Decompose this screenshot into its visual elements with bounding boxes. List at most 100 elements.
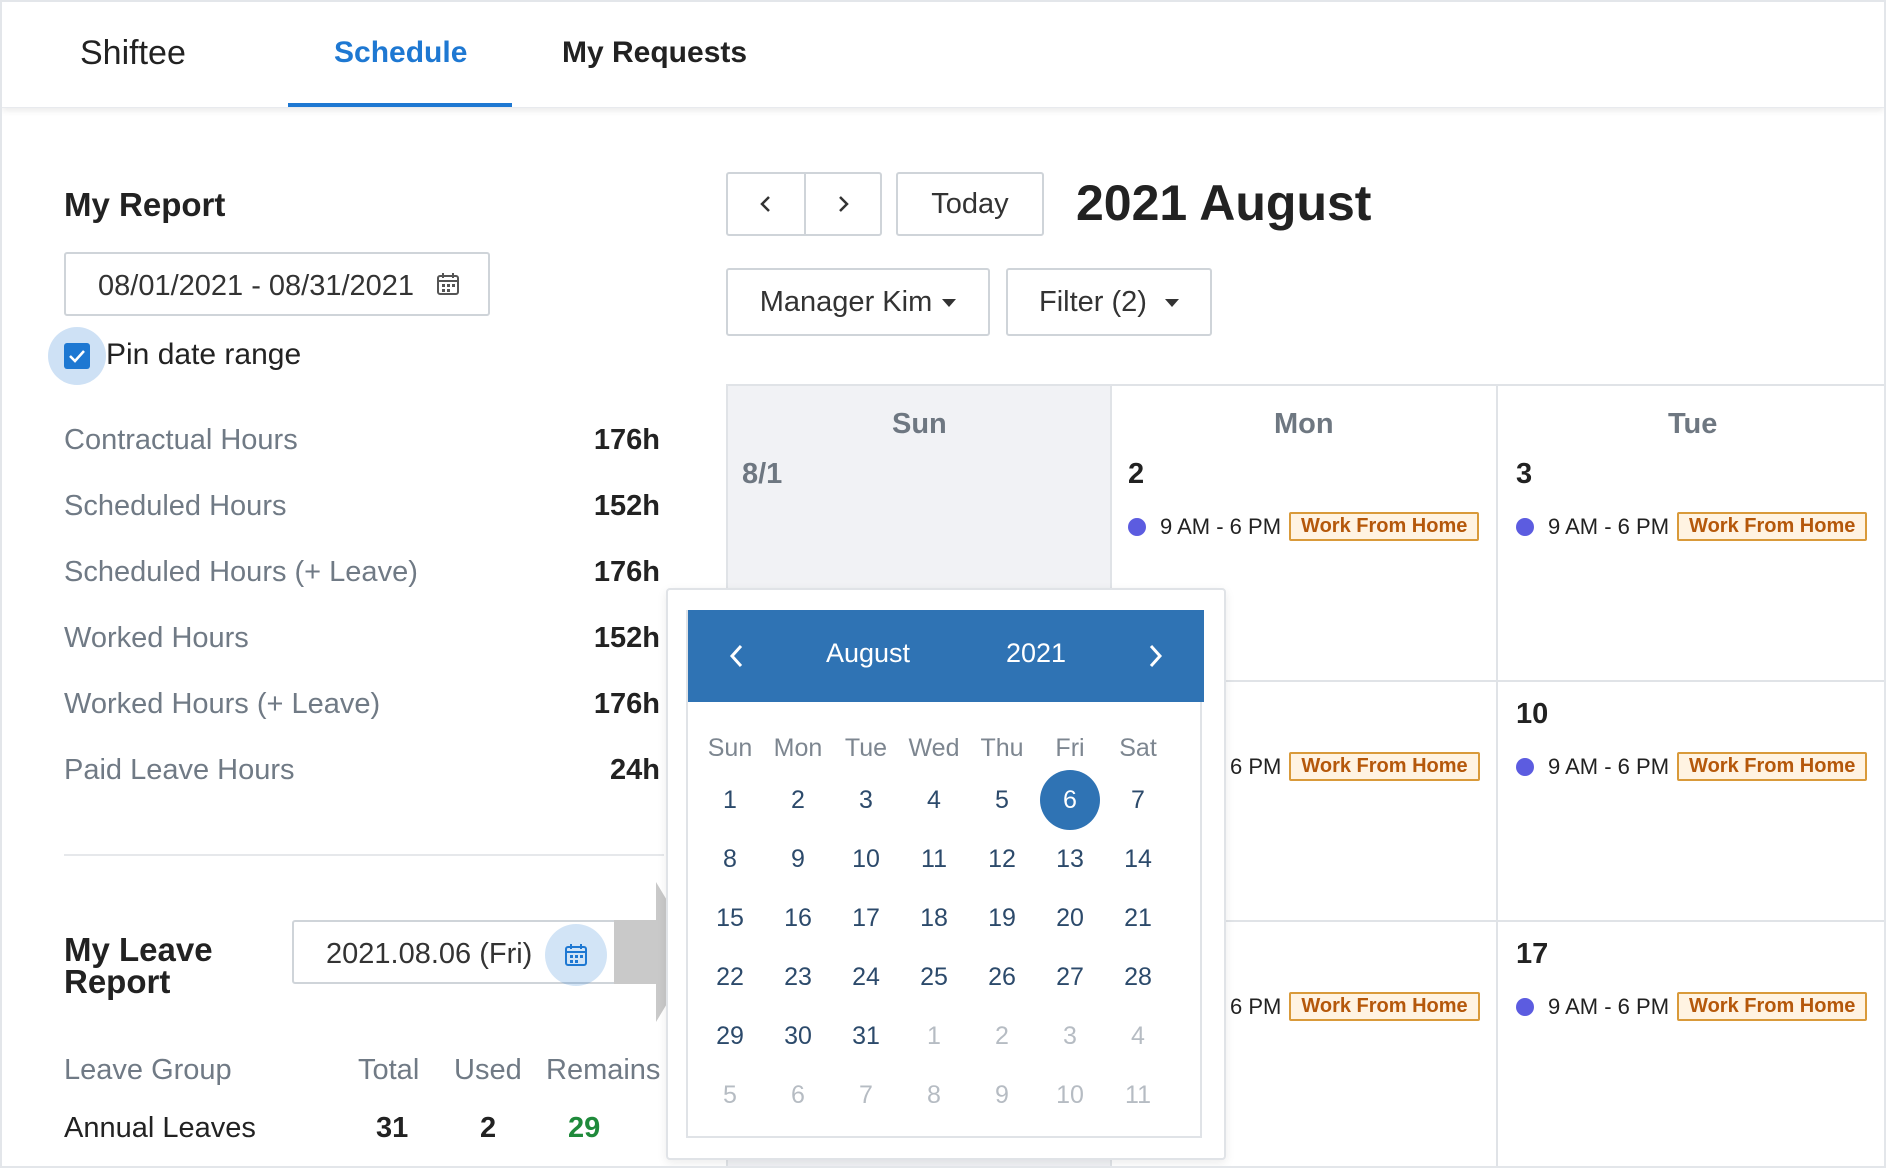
manager-dropdown[interactable]: Manager Kim xyxy=(726,268,990,336)
prev-month-button[interactable] xyxy=(726,172,806,236)
datepicker-month[interactable]: August xyxy=(826,638,910,669)
shift-entry[interactable]: 6 PM Work From Home xyxy=(1230,752,1480,781)
day-cell-date[interactable]: 17 xyxy=(1516,938,1548,971)
datepicker-day[interactable]: 22 xyxy=(696,957,764,997)
shift-time: 9 AM - 6 PM xyxy=(1548,753,1670,779)
datepicker-day[interactable]: 8 xyxy=(696,839,764,879)
stat-value-worked: 152h xyxy=(593,622,660,654)
datepicker-day[interactable]: 26 xyxy=(968,957,1036,997)
datepicker-day[interactable]: 5 xyxy=(696,1075,764,1115)
work-from-home-tag: Work From Home xyxy=(1289,752,1480,781)
datepicker-day[interactable]: 19 xyxy=(968,898,1036,938)
grid-divider xyxy=(1496,680,1884,682)
datepicker-panel: August 2021 Sun Mon Tue Wed Thu Fri Sat 123456… xyxy=(686,610,1204,1138)
datepicker-day[interactable]: 29 xyxy=(696,1016,764,1056)
shift-entry[interactable]: 9 AM - 6 PM Work From Home xyxy=(1516,992,1868,1021)
datepicker-day[interactable]: 21 xyxy=(1104,898,1172,938)
datepicker-day[interactable]: 9 xyxy=(764,839,832,879)
stat-value-scheduled-leave: 176h xyxy=(593,556,660,588)
datepicker-day[interactable]: 10 xyxy=(1036,1075,1104,1115)
tab-schedule[interactable]: Schedule xyxy=(334,36,467,70)
filter-dropdown[interactable]: Filter (2) xyxy=(1006,268,1212,336)
calendar-icon[interactable] xyxy=(436,272,460,296)
today-button[interactable]: Today xyxy=(896,172,1044,236)
shift-entry[interactable]: 9 AM - 6 PM Work From Home xyxy=(1516,512,1868,541)
pin-date-range-checkbox[interactable] xyxy=(64,343,90,369)
day-cell-date[interactable]: 10 xyxy=(1516,698,1548,731)
filter-dropdown-label: Filter (2) xyxy=(1039,285,1147,318)
datepicker-day[interactable]: 11 xyxy=(900,839,968,879)
month-title: 2021 August xyxy=(1076,175,1372,231)
stat-value-contractual: 176h xyxy=(593,424,660,456)
datepicker-day[interactable]: 3 xyxy=(832,780,900,820)
datepicker-day[interactable]: 7 xyxy=(832,1075,900,1115)
datepicker-day[interactable]: 6 xyxy=(764,1075,832,1115)
datepicker-day[interactable]: 31 xyxy=(832,1016,900,1056)
datepicker-weekday: Tue xyxy=(844,734,888,762)
work-from-home-tag: Work From Home xyxy=(1677,512,1868,541)
datepicker-day[interactable]: 9 xyxy=(968,1075,1036,1115)
section-divider xyxy=(64,854,664,856)
leave-col-used: Used xyxy=(454,1054,522,1086)
shift-entry[interactable]: 9 AM - 6 PM Work From Home xyxy=(1516,752,1868,781)
datepicker-day[interactable]: 25 xyxy=(900,957,968,997)
datepicker-day[interactable]: 15 xyxy=(696,898,764,938)
datepicker-day[interactable]: 3 xyxy=(1036,1016,1104,1056)
brand-logo[interactable]: Shiftee xyxy=(80,34,186,73)
datepicker-day[interactable]: 30 xyxy=(764,1016,832,1056)
datepicker-day[interactable]: 23 xyxy=(764,957,832,997)
datepicker-day[interactable]: 18 xyxy=(900,898,968,938)
shift-entry[interactable]: 6 PM Work From Home xyxy=(1230,992,1480,1021)
shift-time: 6 PM xyxy=(1230,753,1282,779)
chevron-right-icon xyxy=(839,196,849,212)
calendar-icon[interactable] xyxy=(564,943,588,967)
datepicker-day[interactable]: 5 xyxy=(968,780,1036,820)
stat-label-worked: Worked Hours xyxy=(64,622,249,654)
grid-divider xyxy=(1212,920,1496,922)
shift-dot xyxy=(1516,517,1534,536)
datepicker-day[interactable]: 12 xyxy=(968,839,1036,879)
datepicker-weekday: Sat xyxy=(1119,734,1157,762)
datepicker-day[interactable]: 2 xyxy=(764,780,832,820)
datepicker-day[interactable]: 28 xyxy=(1104,957,1172,997)
datepicker-day[interactable]: 16 xyxy=(764,898,832,938)
day-cell-date[interactable]: 8/1 xyxy=(742,458,782,491)
pin-date-range-label[interactable]: Pin date range xyxy=(106,338,301,372)
leave-col-total: Total xyxy=(358,1054,420,1086)
datepicker-day[interactable]: 7 xyxy=(1104,780,1172,820)
leave-title-line-1: My Leave xyxy=(64,931,213,968)
datepicker-day-selected[interactable]: 6 xyxy=(1036,780,1104,820)
datepicker-day[interactable]: 24 xyxy=(832,957,900,997)
datepicker-day[interactable]: 2 xyxy=(968,1016,1036,1056)
chevron-right-icon[interactable] xyxy=(1140,638,1170,674)
datepicker-day[interactable]: 1 xyxy=(696,780,764,820)
datepicker-day[interactable]: 20 xyxy=(1036,898,1104,938)
datepicker-day[interactable]: 27 xyxy=(1036,957,1104,997)
datepicker-weekday: Thu xyxy=(980,734,1024,762)
chevron-left-icon[interactable] xyxy=(722,638,752,674)
datepicker-weekday: Mon xyxy=(773,734,823,762)
leave-row-total: 31 xyxy=(376,1112,409,1144)
shift-time: 9 AM - 6 PM xyxy=(1548,513,1670,539)
datepicker-day[interactable]: 14 xyxy=(1104,839,1172,879)
datepicker-day[interactable]: 1 xyxy=(900,1016,968,1056)
shift-time: 9 AM - 6 PM xyxy=(1160,513,1282,539)
leave-title-line-2: Report xyxy=(64,963,171,1000)
tab-my-requests[interactable]: My Requests xyxy=(562,36,747,70)
caret-down-icon xyxy=(942,299,957,307)
datepicker-day[interactable]: 13 xyxy=(1036,839,1104,879)
datepicker-day[interactable]: 10 xyxy=(832,839,900,879)
report-date-range-input[interactable]: 08/01/2021 - 08/31/2021 xyxy=(64,252,490,316)
shift-dot xyxy=(1128,517,1146,536)
datepicker-day[interactable]: 8 xyxy=(900,1075,968,1115)
datepicker-day[interactable]: 4 xyxy=(1104,1016,1172,1056)
grid-divider xyxy=(1496,384,1498,1166)
datepicker-day[interactable]: 11 xyxy=(1104,1075,1172,1115)
datepicker-year[interactable]: 2021 xyxy=(1006,638,1066,669)
day-cell-date[interactable]: 3 xyxy=(1516,458,1532,491)
shift-entry[interactable]: 9 AM - 6 PM Work From Home xyxy=(1128,512,1480,541)
datepicker-day[interactable]: 4 xyxy=(900,780,968,820)
datepicker-day[interactable]: 17 xyxy=(832,898,900,938)
next-month-button[interactable] xyxy=(804,172,882,236)
day-cell-date[interactable]: 2 xyxy=(1128,458,1144,491)
